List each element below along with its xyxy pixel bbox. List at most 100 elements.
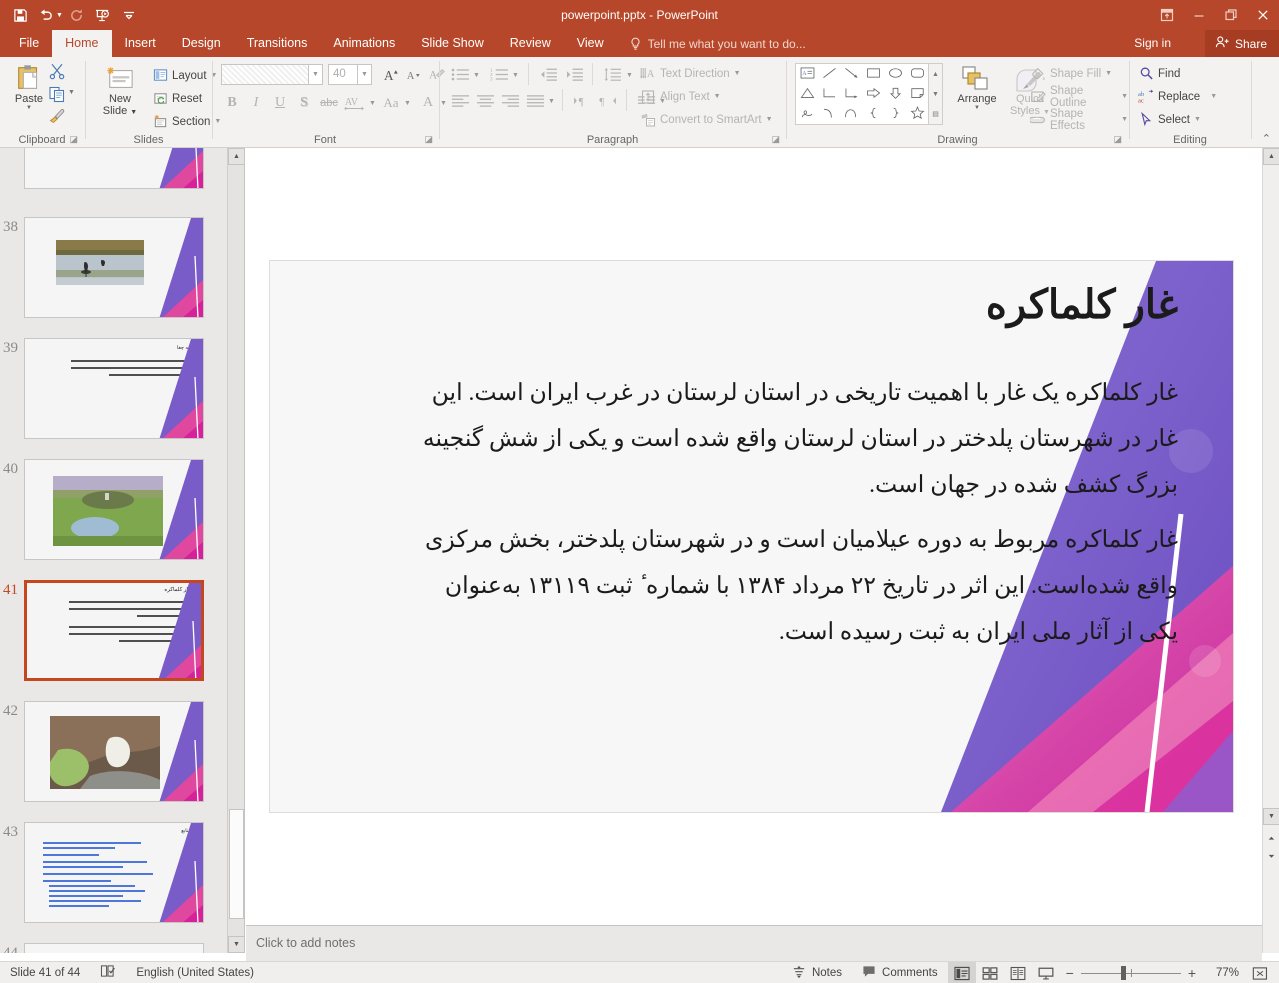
copy-button[interactable] bbox=[48, 85, 66, 106]
slide-sorter-view-button[interactable] bbox=[976, 962, 1004, 983]
font-dialog-launcher[interactable]: ◪ bbox=[424, 134, 433, 145]
replace-dropdown-icon[interactable]: ▼ bbox=[1210, 93, 1217, 100]
section-button[interactable]: Section ▼ bbox=[152, 111, 221, 132]
thumbnail-image[interactable] bbox=[24, 943, 204, 953]
sign-in-button[interactable]: Sign in bbox=[1134, 30, 1171, 57]
tab-transitions[interactable]: Transitions bbox=[234, 30, 321, 57]
arrange-button[interactable]: Arrange ▼ bbox=[951, 65, 1003, 111]
change-case-button[interactable]: Aa bbox=[379, 92, 403, 114]
thumbnail-42[interactable]: 42 bbox=[0, 701, 226, 802]
decrease-indent-button[interactable] bbox=[536, 64, 560, 85]
thumbnail-43[interactable]: 43 منابع bbox=[0, 822, 226, 923]
notes-button[interactable]: Notes bbox=[782, 962, 852, 983]
new-slide-button[interactable]: New Slide ▼ bbox=[94, 65, 146, 119]
zoom-out-button[interactable]: − bbox=[1066, 965, 1074, 981]
slide-editing-area[interactable]: غار کلماکره غار کلماکره یک غار با اهمیت … bbox=[246, 148, 1262, 924]
align-right-button[interactable] bbox=[498, 90, 522, 111]
tab-home[interactable]: Home bbox=[52, 30, 112, 57]
thumbnail-41[interactable]: 41 غار کلماکره bbox=[0, 580, 226, 681]
font-size-dropdown-icon[interactable]: ▼ bbox=[358, 64, 372, 85]
reset-button[interactable]: Reset bbox=[152, 88, 202, 109]
start-presentation-icon[interactable] bbox=[91, 3, 115, 27]
left-brace-shape-icon[interactable] bbox=[866, 107, 881, 122]
thumbnail-image[interactable]: منابع bbox=[24, 822, 204, 923]
thumbnail-37[interactable]: 37 bbox=[0, 148, 226, 189]
increase-indent-button[interactable] bbox=[562, 64, 586, 85]
slide-area-scrollbar[interactable]: ▲ ▼ ⏶ ⏷ bbox=[1262, 148, 1279, 953]
collapse-ribbon-icon[interactable]: ⌃ bbox=[1262, 132, 1271, 145]
tab-design[interactable]: Design bbox=[169, 30, 234, 57]
tab-slide-show[interactable]: Slide Show bbox=[408, 30, 497, 57]
font-color-button[interactable]: A bbox=[417, 92, 439, 114]
textbox-shape-icon[interactable]: A bbox=[800, 67, 815, 82]
zoom-slider-track[interactable] bbox=[1080, 962, 1181, 983]
thumb-scroll-up-icon[interactable]: ▲ bbox=[228, 148, 244, 165]
shapes-gallery-scrollbar[interactable]: ▲ ▼ ▤ bbox=[929, 63, 943, 125]
elbow-arrow-connector-icon[interactable] bbox=[844, 87, 859, 102]
notes-pane[interactable]: Click to add notes bbox=[246, 925, 1262, 961]
paste-button[interactable]: Paste ▼ bbox=[6, 63, 52, 111]
undo-dropdown-icon[interactable]: ▼ bbox=[56, 12, 63, 19]
right-arrow-shape-icon[interactable] bbox=[866, 87, 881, 102]
fit-to-window-button[interactable] bbox=[1245, 962, 1275, 983]
underline-button[interactable]: U bbox=[269, 92, 291, 114]
thumbnail-39[interactable]: 39 تپه چغا bbox=[0, 338, 226, 439]
font-name-input[interactable] bbox=[221, 64, 309, 85]
character-spacing-dropdown-icon[interactable]: ▼ bbox=[369, 100, 376, 107]
spellcheck-button[interactable] bbox=[90, 962, 126, 983]
customize-qat-icon[interactable] bbox=[117, 3, 141, 27]
justify-button[interactable] bbox=[523, 90, 547, 111]
scribble-shape-icon[interactable] bbox=[800, 107, 815, 122]
align-left-button[interactable] bbox=[448, 90, 472, 111]
cut-button[interactable] bbox=[48, 62, 66, 83]
shape-effects-dropdown-icon[interactable]: ▼ bbox=[1121, 116, 1128, 123]
font-size-input[interactable]: 40 bbox=[328, 64, 358, 85]
thumb-scroll-down-icon[interactable]: ▼ bbox=[228, 936, 244, 953]
thumbnail-image[interactable] bbox=[24, 217, 204, 318]
thumbnail-image[interactable] bbox=[24, 701, 204, 802]
normal-view-button[interactable] bbox=[947, 962, 976, 983]
line-spacing-dropdown-icon[interactable]: ▼ bbox=[626, 72, 633, 79]
layout-button[interactable]: Layout ▼ bbox=[152, 65, 217, 86]
change-case-dropdown-icon[interactable]: ▼ bbox=[404, 100, 411, 107]
replace-button[interactable]: ab ac Replace ▼ bbox=[1138, 86, 1217, 107]
thumbnail-44[interactable]: 44 bbox=[0, 943, 226, 953]
arrange-dropdown-icon[interactable]: ▼ bbox=[974, 105, 980, 111]
save-icon[interactable] bbox=[8, 3, 32, 27]
text-direction-dropdown-icon[interactable]: ▼ bbox=[734, 70, 741, 77]
rectangle-shape-icon[interactable] bbox=[866, 67, 881, 82]
bold-button[interactable]: B bbox=[221, 92, 243, 114]
align-center-button[interactable] bbox=[473, 90, 497, 111]
select-button[interactable]: Select ▼ bbox=[1138, 109, 1201, 130]
slide-thumbnail-pane[interactable]: 37 38 39 تپه چغا bbox=[0, 148, 245, 953]
shape-outline-dropdown-icon[interactable]: ▼ bbox=[1121, 93, 1128, 100]
next-slide-icon[interactable]: ⏷ bbox=[1263, 848, 1279, 865]
redo-icon[interactable] bbox=[65, 3, 89, 27]
triangle-shape-icon[interactable] bbox=[800, 87, 815, 102]
stage-scroll-down-icon[interactable]: ▼ bbox=[1263, 808, 1279, 825]
rounded-rectangle-shape-icon[interactable] bbox=[910, 67, 925, 82]
slide-body-text[interactable]: غار کلماکره یک غار با اهمیت تاریخی در اس… bbox=[418, 371, 1178, 666]
shapes-scroll-up-icon[interactable]: ▲ bbox=[929, 64, 942, 84]
close-icon[interactable] bbox=[1247, 0, 1279, 30]
thumbnail-pane-scrollbar[interactable]: ▲ ▼ bbox=[227, 148, 244, 953]
ltr-direction-button[interactable]: ¶ bbox=[570, 90, 594, 111]
tell-me-search[interactable]: Tell me what you want to do... bbox=[617, 30, 806, 57]
folded-corner-shape-icon[interactable] bbox=[910, 87, 925, 102]
shape-outline-button[interactable]: Shape Outline ▼ bbox=[1030, 85, 1128, 109]
paste-dropdown-icon[interactable]: ▼ bbox=[26, 105, 32, 111]
format-painter-button[interactable] bbox=[48, 107, 66, 128]
strikethrough-button[interactable]: abc bbox=[317, 92, 341, 114]
thumbnail-38[interactable]: 38 bbox=[0, 217, 226, 318]
clipboard-dialog-launcher[interactable]: ◪ bbox=[69, 134, 78, 145]
decrease-font-size-button[interactable]: A bbox=[403, 64, 423, 85]
thumbnail-image[interactable] bbox=[24, 459, 204, 560]
slide-show-view-button[interactable] bbox=[1032, 962, 1060, 983]
shape-fill-button[interactable]: Shape Fill ▼ bbox=[1030, 63, 1112, 84]
zoom-control[interactable]: − + 77% bbox=[1060, 962, 1245, 983]
align-text-dropdown-icon[interactable]: ▼ bbox=[714, 93, 721, 100]
previous-slide-icon[interactable]: ⏶ bbox=[1263, 830, 1279, 847]
text-direction-button[interactable]: A Text Direction ▼ bbox=[640, 63, 741, 84]
increase-font-size-button[interactable]: A bbox=[381, 64, 401, 85]
font-name-dropdown-icon[interactable]: ▼ bbox=[309, 64, 323, 85]
